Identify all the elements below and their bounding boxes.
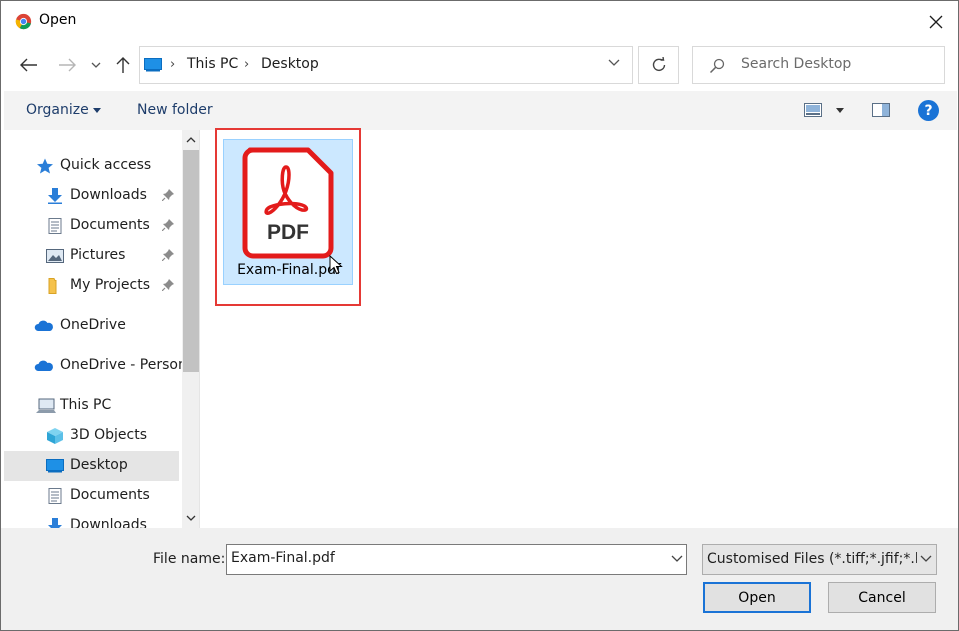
chevron-down-icon[interactable] — [608, 59, 620, 67]
up-button[interactable] — [111, 53, 135, 77]
search-input[interactable] — [741, 56, 931, 72]
pin-icon — [162, 189, 174, 201]
title-bar: Open — [1, 1, 958, 43]
scroll-up-button[interactable] — [182, 130, 199, 150]
address-bar[interactable]: › This PC › Desktop — [139, 46, 633, 84]
help-button[interactable]: ? — [918, 100, 939, 121]
refresh-button[interactable] — [638, 46, 679, 84]
sidebar-item-documents[interactable]: Documents — [4, 211, 179, 241]
sidebar-item-quick-access[interactable]: Quick access — [4, 151, 179, 181]
search-box[interactable] — [692, 46, 945, 84]
window-title: Open — [39, 12, 77, 28]
recent-locations-button[interactable] — [86, 53, 106, 77]
star-icon — [37, 158, 53, 174]
chevron-right-icon: › — [170, 57, 176, 72]
sidebar-item-label: Desktop — [70, 457, 128, 473]
sidebar-item-label: Quick access — [60, 157, 152, 173]
sidebar-item-3d-objects[interactable]: 3D Objects — [4, 421, 179, 451]
chevron-right-icon: › — [244, 57, 250, 72]
cube-icon — [47, 428, 63, 444]
close-button[interactable] — [919, 7, 953, 37]
navigation-bar: › This PC › Desktop — [1, 43, 958, 89]
download-icon — [48, 188, 62, 204]
scroll-thumb[interactable] — [183, 150, 199, 372]
sidebar-item-label: 3D Objects — [70, 427, 148, 443]
sidebar-item-onedrive[interactable]: OneDrive — [4, 311, 179, 341]
file-name-combobox[interactable] — [226, 544, 687, 575]
breadcrumb-this-pc[interactable]: This PC — [187, 56, 238, 72]
file-name-input[interactable] — [231, 550, 651, 566]
file-name-label: File name: — [153, 551, 226, 567]
new-folder-button[interactable]: New folder — [137, 102, 213, 118]
sidebar-item-label: This PC — [60, 397, 112, 413]
navigation-pane: Quick access Downloads Documents Picture… — [4, 130, 200, 528]
mouse-cursor-icon — [329, 255, 343, 275]
document-icon — [48, 488, 62, 504]
sidebar-item-label: OneDrive — [60, 317, 126, 333]
sidebar-item-label: Pictures — [70, 247, 126, 263]
desktop-icon — [46, 459, 64, 473]
sidebar-item-label: Documents — [70, 217, 150, 233]
sidebar-item-label: Downloads — [70, 517, 147, 528]
sidebar-item-downloads-pc[interactable]: Downloads — [4, 511, 179, 528]
organize-button[interactable]: Organize — [26, 102, 89, 118]
document-icon — [48, 218, 62, 234]
chevron-down-icon[interactable] — [671, 555, 683, 563]
sidebar-item-documents-pc[interactable]: Documents — [4, 481, 179, 511]
sidebar-item-my-projects[interactable]: My Projects — [4, 271, 179, 301]
open-file-dialog: Open › This PC › Desktop Search Desktop … — [0, 0, 959, 631]
sidebar-scrollbar[interactable] — [182, 130, 199, 528]
breadcrumb-desktop[interactable]: Desktop — [261, 56, 319, 72]
sidebar-item-onedrive-personal[interactable]: OneDrive - Person — [4, 351, 187, 381]
chevron-up-icon — [186, 137, 196, 143]
computer-icon — [36, 398, 56, 413]
arrow-right-icon — [59, 58, 76, 72]
cloud-icon — [34, 320, 53, 331]
cloud-icon — [34, 360, 53, 371]
caret-down-icon[interactable] — [836, 108, 844, 113]
sidebar-item-label: Downloads — [70, 187, 147, 203]
preview-pane-icon[interactable] — [872, 103, 890, 117]
sidebar-item-downloads[interactable]: Downloads — [4, 181, 179, 211]
sidebar-item-label: My Projects — [70, 277, 151, 293]
pictures-icon — [46, 249, 64, 263]
sidebar-item-this-pc[interactable]: This PC — [4, 391, 179, 421]
desktop-icon — [144, 58, 162, 72]
sidebar-item-label: Documents — [70, 487, 150, 503]
chevron-down-icon — [186, 515, 196, 521]
chrome-icon — [15, 13, 32, 30]
cancel-button[interactable]: Cancel — [828, 582, 936, 613]
view-options-icon[interactable] — [804, 103, 822, 117]
folder-icon — [48, 278, 57, 294]
scroll-down-button[interactable] — [182, 508, 199, 528]
caret-down-icon[interactable] — [93, 108, 101, 113]
open-button[interactable]: Open — [703, 582, 811, 613]
chevron-down-icon — [920, 555, 932, 562]
file-list[interactable]: PDF Exam-Final.pdf — [201, 128, 957, 528]
dialog-footer: File name: Customised Files (*.tiff;*.jf… — [1, 528, 958, 630]
pin-icon — [162, 219, 174, 231]
arrow-left-icon — [20, 58, 37, 72]
pdf-icon-label: PDF — [267, 221, 309, 244]
command-bar: Organize New folder ? — [4, 91, 957, 130]
back-button[interactable] — [17, 53, 41, 77]
forward-button[interactable] — [55, 53, 79, 77]
search-icon — [709, 58, 725, 74]
pdf-file-icon: PDF — [242, 147, 334, 259]
refresh-icon — [652, 57, 665, 71]
file-type-select[interactable]: Customised Files (*.tiff;*.jfif;*.bmp — [702, 544, 937, 575]
close-icon — [929, 15, 943, 29]
pin-icon — [162, 279, 174, 291]
file-type-label: Customised Files (*.tiff;*.jfif;*.bmp — [707, 551, 917, 567]
arrow-up-icon — [116, 57, 130, 73]
chevron-down-icon — [91, 62, 101, 68]
sidebar-item-pictures[interactable]: Pictures — [4, 241, 179, 271]
pin-icon — [162, 249, 174, 261]
sidebar-item-desktop[interactable]: Desktop — [4, 451, 179, 481]
download-icon — [48, 518, 62, 528]
sidebar-item-label: OneDrive - Person — [60, 357, 187, 373]
